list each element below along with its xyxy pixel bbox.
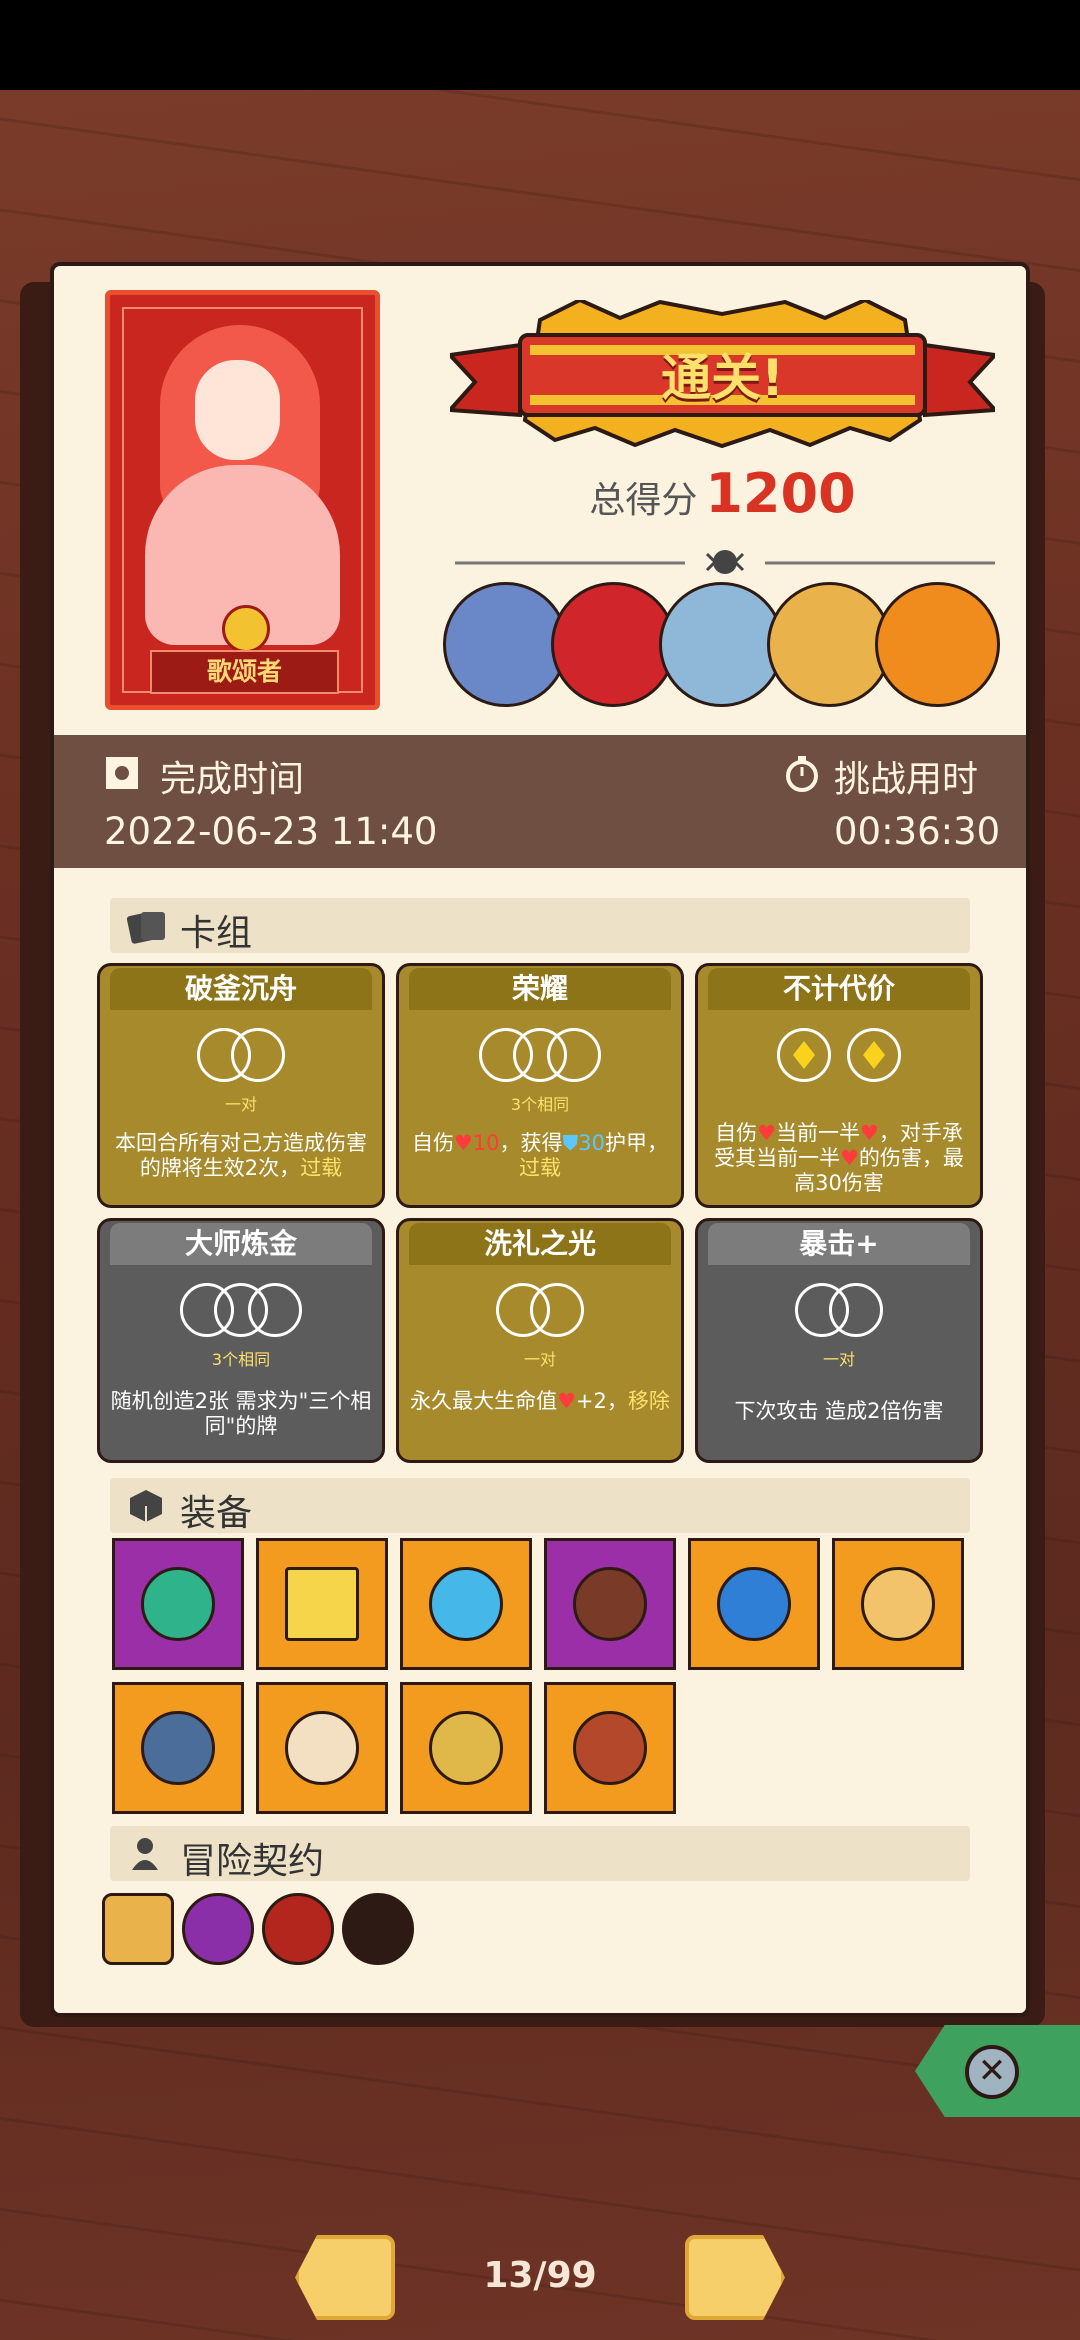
- firecracker-contract-icon[interactable]: [342, 1893, 414, 1965]
- card-slots: [100, 1283, 382, 1348]
- equip-lion[interactable]: [400, 1682, 532, 1814]
- card-slots: [100, 1028, 382, 1093]
- boss-blue-beast-icon[interactable]: [659, 582, 784, 707]
- boss-mask-icon[interactable]: [767, 582, 892, 707]
- contract-header: 冒险契约: [110, 1826, 970, 1882]
- button-icon: [573, 1567, 647, 1641]
- ice-shield-icon: [429, 1567, 503, 1641]
- card-name: 暴击+: [708, 1223, 970, 1265]
- equip-pan[interactable]: [112, 1682, 244, 1814]
- heart-icon: ♥: [860, 1121, 879, 1145]
- shell-icon: [717, 1567, 791, 1641]
- equip-crown[interactable]: [256, 1538, 388, 1670]
- pan-icon: [141, 1711, 215, 1785]
- card-requirement: 一对: [822, 1350, 855, 1369]
- card-name: 不计代价: [708, 968, 970, 1010]
- ring-icon: [285, 1711, 359, 1785]
- flame-icon: [573, 1711, 647, 1785]
- equip-ring[interactable]: [256, 1682, 388, 1814]
- boxing-glove-contract-icon[interactable]: [262, 1893, 334, 1965]
- equip-ice-shield[interactable]: [400, 1538, 532, 1670]
- lion-icon: [429, 1711, 503, 1785]
- status-bar: [0, 0, 1080, 90]
- finish-time-value: 2022-06-23 11:40: [104, 810, 438, 853]
- finish-time-label: 完成时间: [160, 759, 305, 800]
- card-name: 破釜沉舟: [110, 968, 372, 1010]
- boss-red-demon-icon[interactable]: [551, 582, 676, 707]
- card-slots: [399, 1283, 681, 1348]
- boss-mushroom-icon[interactable]: [443, 582, 568, 707]
- heart-icon: ♥: [557, 1389, 576, 1413]
- card-slots: [698, 1028, 980, 1093]
- hero-card[interactable]: 歌颂者: [105, 290, 380, 710]
- hero-portrait-face: [195, 360, 280, 460]
- deck-card[interactable]: 暴击+ 一对 下次攻击 造成2倍伤害: [695, 1218, 983, 1463]
- card-description: 永久最大生命值♥+2，移除: [410, 1389, 670, 1413]
- heart-icon: ♥: [757, 1121, 776, 1145]
- equipment-title: 装备: [180, 1493, 253, 1534]
- card-requirement: 3个相同: [211, 1350, 271, 1369]
- person-icon: [132, 1838, 158, 1870]
- close-icon[interactable]: ✕: [965, 2045, 1019, 2099]
- time-bar: 完成时间 2022-06-23 11:40 挑战用时 00:36:30: [54, 735, 1026, 868]
- equip-pouch[interactable]: [832, 1538, 964, 1670]
- card-slots: [399, 1028, 681, 1093]
- victory-title: 通关!: [661, 349, 784, 407]
- card-description: 自伤♥当前一半♥，对手承受其当前一半♥的伤害，最高30伤害: [714, 1121, 964, 1195]
- card-requirement: 一对: [224, 1095, 257, 1114]
- contract-title: 冒险契约: [180, 1841, 325, 1882]
- page-indicator: 13/99: [483, 2255, 597, 2296]
- amulet-icon: [141, 1567, 215, 1641]
- shield-icon: ⛊: [562, 1131, 579, 1155]
- card-name: 洗礼之光: [409, 1223, 671, 1265]
- duration-value: 00:36:30: [834, 810, 1001, 853]
- pouch-icon: [861, 1567, 935, 1641]
- boss-crystal-golem-icon[interactable]: [875, 582, 1000, 707]
- stopwatch-icon: [786, 756, 818, 792]
- deck-card[interactable]: 大师炼金 3个相同 随机创造2张 需求为"三个相同"的牌: [97, 1218, 385, 1463]
- deck-card[interactable]: 荣耀 3个相同 自伤♥10，获得⛊30护甲，过载: [396, 963, 684, 1208]
- card-slots: [698, 1283, 980, 1348]
- hero-name: 歌颂者: [150, 650, 339, 694]
- duration-label: 挑战用时: [834, 759, 979, 800]
- hero-badge-icon: [222, 605, 270, 653]
- card-description: 自伤♥10，获得⛊30护甲，过载: [411, 1131, 669, 1180]
- deck-card[interactable]: 洗礼之光 一对 永久最大生命值♥+2，移除: [396, 1218, 684, 1463]
- deck-card[interactable]: 不计代价 自伤♥当前一半♥，对手承受其当前一半♥的伤害，最高30伤害: [695, 963, 983, 1208]
- equip-button[interactable]: [544, 1538, 676, 1670]
- total-score: 总得分 1200: [450, 462, 995, 525]
- card-description: 随机创造2张 需求为"三个相同"的牌: [110, 1389, 372, 1438]
- card-description: 本回合所有对己方造成伤害的牌将生效2次，过载: [115, 1131, 367, 1180]
- equipment-header: 装备: [110, 1478, 970, 1534]
- heart-icon: ♥: [840, 1146, 859, 1170]
- equip-flame[interactable]: [544, 1682, 676, 1814]
- card-requirement: 一对: [523, 1350, 556, 1369]
- crown-icon: [285, 1567, 359, 1641]
- boss-divider: [455, 550, 995, 574]
- cards-icon: [126, 912, 165, 944]
- card-description: 下次攻击 造成2倍伤害: [734, 1399, 944, 1423]
- deck-header: 卡组: [110, 898, 970, 954]
- deck-title: 卡组: [180, 913, 253, 954]
- card-name: 荣耀: [409, 968, 671, 1010]
- deck-card[interactable]: 破釜沉舟 一对 本回合所有对己方造成伤害的牌将生效2次，过载: [97, 963, 385, 1208]
- equip-amulet[interactable]: [112, 1538, 244, 1670]
- heart-icon: ♥: [453, 1131, 473, 1155]
- score-value: 1200: [705, 462, 856, 525]
- scroll-icon[interactable]: [102, 1893, 174, 1965]
- card-name: 大师炼金: [110, 1223, 372, 1265]
- box-icon: [130, 1490, 162, 1522]
- defeated-bosses: [443, 582, 1008, 712]
- film-icon: [106, 757, 138, 789]
- score-label: 总得分: [589, 480, 698, 521]
- card-requirement: 3个相同: [510, 1095, 570, 1114]
- campfire-contract-icon[interactable]: [182, 1893, 254, 1965]
- equip-blue-shell[interactable]: [688, 1538, 820, 1670]
